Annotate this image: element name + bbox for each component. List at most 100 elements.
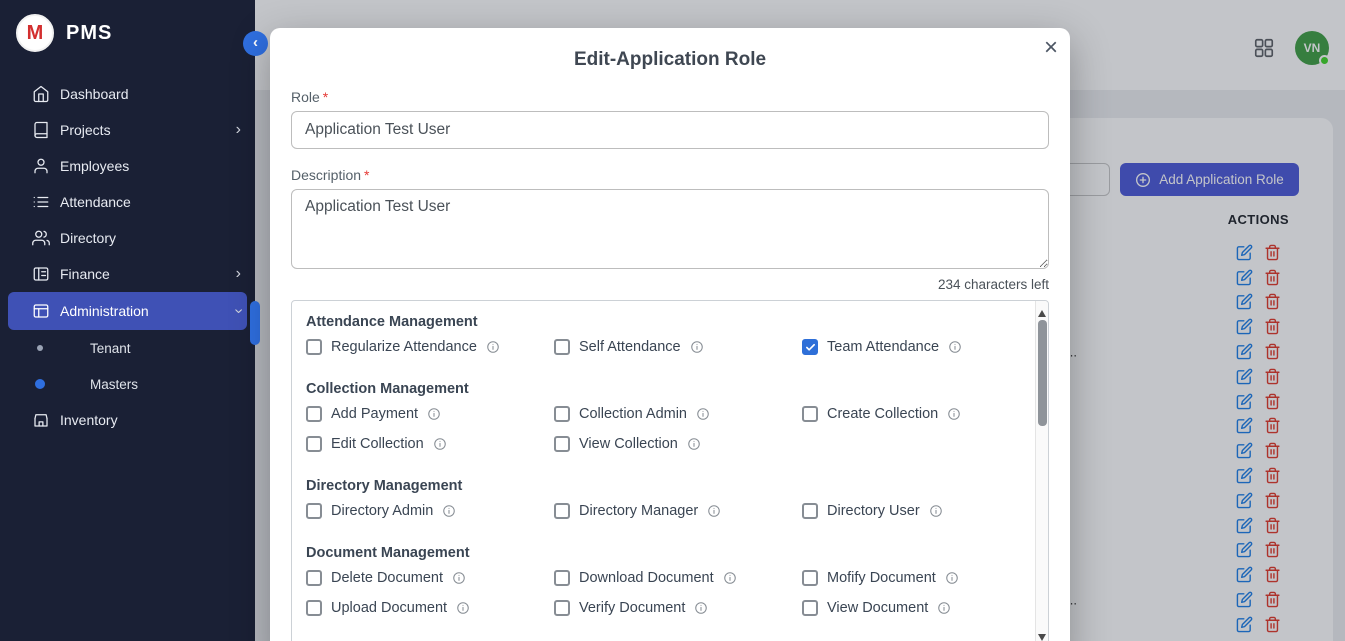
role-field-label: Role* <box>291 89 1049 105</box>
permissions-scrollbar[interactable] <box>1035 301 1048 641</box>
permission-checkbox-item[interactable]: Regularize Attendance <box>306 339 554 355</box>
description-label-text: Description <box>291 167 361 183</box>
checkbox[interactable] <box>554 406 570 422</box>
sidebar-subitem-tenant[interactable]: Tenant <box>0 330 255 366</box>
checkbox[interactable] <box>802 339 818 355</box>
scrollbar-thumb[interactable] <box>1038 320 1047 426</box>
info-icon[interactable] <box>690 340 704 354</box>
checkbox[interactable] <box>554 339 570 355</box>
sidebar-item-projects[interactable]: Projects › <box>0 112 255 148</box>
app-logo[interactable]: M PMS <box>0 0 255 62</box>
checkbox[interactable] <box>306 570 322 586</box>
permission-section: Collection Management Add Payment <box>306 381 1014 452</box>
sidebar-subitem-masters[interactable]: Masters <box>0 366 255 402</box>
info-icon[interactable] <box>707 504 721 518</box>
checkbox[interactable] <box>802 503 818 519</box>
checkbox[interactable] <box>306 600 322 616</box>
sidebar-item-dashboard[interactable]: Dashboard <box>0 76 255 112</box>
logo-mark: M <box>16 14 54 52</box>
sidebar-item-attendance[interactable]: Attendance <box>0 184 255 220</box>
permission-checkbox-item[interactable]: Self Attendance <box>554 339 802 355</box>
permission-section-title: Document Management <box>306 545 1014 561</box>
permission-checkbox-item[interactable]: Delete Document <box>306 570 554 586</box>
sidebar-item-finance[interactable]: Finance › <box>0 256 255 292</box>
permission-label: Upload Document <box>331 600 447 616</box>
sidebar-item-label: Finance <box>60 266 110 282</box>
permission-checkbox-item[interactable]: Directory Manager <box>554 503 802 519</box>
permission-checkbox-item[interactable]: Upload Document <box>306 600 554 616</box>
info-icon[interactable] <box>486 340 500 354</box>
info-icon[interactable] <box>696 407 710 421</box>
sidebar-item-inventory[interactable]: Inventory <box>0 402 255 438</box>
sidebar: M PMS Dashboard Projects › Emp <box>0 0 255 641</box>
info-icon[interactable] <box>433 437 447 451</box>
permission-checkbox-item[interactable]: Add Payment <box>306 406 554 422</box>
chevron-right-icon: › <box>236 121 241 139</box>
permission-checkbox-item[interactable]: Verify Document <box>554 600 802 616</box>
permission-label: Mofify Document <box>827 570 936 586</box>
sidebar-item-employees[interactable]: Employees <box>0 148 255 184</box>
info-icon[interactable] <box>456 601 470 615</box>
permission-label: Directory User <box>827 503 920 519</box>
checkbox[interactable] <box>554 503 570 519</box>
checkbox[interactable] <box>802 600 818 616</box>
info-icon[interactable] <box>937 601 951 615</box>
info-icon[interactable] <box>929 504 943 518</box>
permission-checkbox-item[interactable]: View Collection <box>554 436 802 452</box>
info-icon[interactable] <box>723 571 737 585</box>
checkbox[interactable] <box>306 436 322 452</box>
dialog-body: Role* Description * Application Test User… <box>270 89 1070 641</box>
role-input[interactable] <box>291 111 1049 149</box>
permission-label: Collection Admin <box>579 406 687 422</box>
permissions-panel: Attendance Management Regularize Attenda… <box>291 300 1049 641</box>
info-icon[interactable] <box>945 571 959 585</box>
description-textarea[interactable]: Application Test User <box>291 189 1049 269</box>
sidebar-collapse-button[interactable]: ‹ <box>243 31 268 56</box>
info-icon[interactable] <box>687 437 701 451</box>
permission-section: Directory Management Directory Admin <box>306 478 1014 519</box>
checkbox[interactable] <box>306 406 322 422</box>
permission-checkbox-item[interactable]: Directory User <box>802 503 1014 519</box>
chevron-right-icon: › <box>236 265 241 283</box>
permission-checkbox-item[interactable]: Edit Collection <box>306 436 554 452</box>
projects-book-icon <box>32 121 50 139</box>
app-name: PMS <box>66 22 112 45</box>
permission-checkbox-item[interactable]: Create Collection <box>802 406 1014 422</box>
info-icon[interactable] <box>694 601 708 615</box>
sidebar-item-label: Directory <box>60 230 116 246</box>
sidebar-item-label: Tenant <box>90 341 131 356</box>
info-icon[interactable] <box>427 407 441 421</box>
list-icon <box>32 193 50 211</box>
checkbox[interactable] <box>554 600 570 616</box>
permission-label: Create Collection <box>827 406 938 422</box>
permission-checkbox-item[interactable]: Team Attendance <box>802 339 1014 355</box>
checkbox[interactable] <box>554 436 570 452</box>
scroll-up-arrow-icon[interactable] <box>1038 306 1046 317</box>
checkbox[interactable] <box>802 570 818 586</box>
permission-checkbox-item[interactable]: Collection Admin <box>554 406 802 422</box>
info-icon[interactable] <box>442 504 456 518</box>
active-route-indicator <box>250 301 260 345</box>
permission-label: Team Attendance <box>827 339 939 355</box>
required-asterisk: * <box>323 89 328 105</box>
permission-section: Attendance Management Regularize Attenda… <box>306 314 1014 355</box>
bullet-icon <box>37 345 43 351</box>
info-icon[interactable] <box>452 571 466 585</box>
info-icon[interactable] <box>948 340 962 354</box>
sidebar-item-directory[interactable]: Directory <box>0 220 255 256</box>
permission-label: Self Attendance <box>579 339 681 355</box>
close-icon[interactable]: × <box>1044 36 1058 60</box>
sidebar-item-administration[interactable]: Administration › <box>8 292 247 330</box>
checkbox[interactable] <box>554 570 570 586</box>
scroll-down-arrow-icon[interactable] <box>1038 634 1046 641</box>
checkbox[interactable] <box>306 503 322 519</box>
checkbox[interactable] <box>802 406 818 422</box>
permission-checkbox-item[interactable]: View Document <box>802 600 1014 616</box>
permission-checkbox-item[interactable]: Directory Admin <box>306 503 554 519</box>
permission-checkbox-item[interactable]: Mofify Document <box>802 570 1014 586</box>
checkbox[interactable] <box>306 339 322 355</box>
sidebar-item-label: Dashboard <box>60 86 129 102</box>
permission-checkbox-item[interactable]: Download Document <box>554 570 802 586</box>
permission-label: Edit Collection <box>331 436 424 452</box>
info-icon[interactable] <box>947 407 961 421</box>
